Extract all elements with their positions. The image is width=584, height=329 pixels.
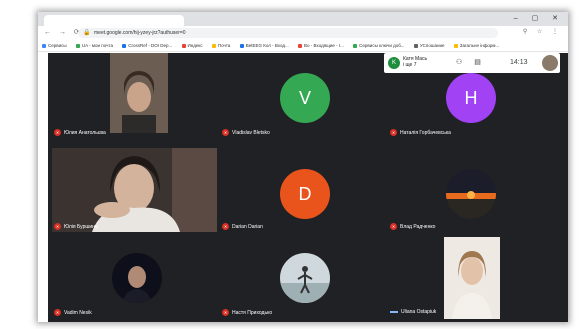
mic-off-icon: ✕ xyxy=(222,223,229,230)
bookmark-icon xyxy=(211,43,216,48)
participant-avatar: V xyxy=(280,73,330,123)
lock-icon: 🔒 xyxy=(83,30,91,36)
participant-name: ✕ Юлія Буршина xyxy=(54,223,98,230)
mic-off-icon: ✕ xyxy=(54,223,61,230)
bookmark-icon xyxy=(453,43,458,48)
figure-photo-icon xyxy=(280,253,330,303)
mic-off-icon: ✕ xyxy=(222,309,229,316)
bookmark-icon xyxy=(353,43,358,48)
portrait-photo-icon xyxy=(112,253,162,303)
bookmark-icon xyxy=(75,43,80,48)
participant-name: ✕ Настя Приходько xyxy=(222,309,273,316)
bookmark-icon xyxy=(181,43,186,48)
mic-off-icon: ✕ xyxy=(54,309,61,316)
join-notice: Катя Мась і ще 7 xyxy=(403,56,427,68)
person-video-icon xyxy=(52,148,217,232)
screenshot-frame: – ▢ ✕ ← → ⟳ 🔒 meet.google.com/hij-yzey-j… xyxy=(38,12,568,322)
url-text: meet.google.com/hij-yzey-jrz?authuser=0 xyxy=(94,30,186,36)
participant-name: ✕ Darian Darian xyxy=(222,223,263,230)
bookmark-icon xyxy=(42,43,46,48)
browser-tab[interactable] xyxy=(44,15,184,26)
bookmark-icon xyxy=(122,43,127,48)
bookmark-item[interactable]: UA - мои почта xyxy=(75,40,113,51)
participant-name: Uliana Ostapiuk xyxy=(390,309,436,315)
meeting-clock: 14:13 xyxy=(510,59,528,66)
bookmark-item[interactable]: УСпошание xyxy=(413,40,444,51)
bookmark-item[interactable]: CrossRef - DOI Dep... xyxy=(122,40,172,51)
join-notice-sub: і ще 7 xyxy=(403,62,417,68)
mic-off-icon: ✕ xyxy=(54,129,61,136)
bookmark-item[interactable]: BetEEG Кол - Вход... xyxy=(239,40,289,51)
meet-top-icons[interactable]: ⚇▤ xyxy=(456,58,493,66)
participant-name: ✕ Vladislav Bletsko xyxy=(222,129,270,136)
chat-icon[interactable]: ▤ xyxy=(474,59,493,66)
participant-video xyxy=(110,53,168,133)
sunset-photo-icon xyxy=(446,169,496,219)
participant-badge: K xyxy=(388,57,400,69)
participant-name: ✕ Юлия Анатольєва xyxy=(54,129,106,136)
bookmark-item[interactable]: Сервисы ключи доб... xyxy=(353,40,405,51)
bookmark-icon xyxy=(298,43,303,48)
participant-photo xyxy=(446,169,496,219)
participant-name: ✕ Vadim Nesik xyxy=(54,309,92,316)
participant-photo xyxy=(280,253,330,303)
self-avatar xyxy=(542,55,558,71)
meet-grid: K Катя Мась і ще 7 ⚇▤ 14:13 ✕ Юлия Анатол… xyxy=(48,53,568,322)
participant-video xyxy=(444,237,500,319)
person-video-icon xyxy=(110,53,168,133)
bookmark-item[interactable]: Почта xyxy=(211,40,230,51)
bookmark-item[interactable]: Во - Входящие - I... xyxy=(298,40,344,51)
participant-avatar: D xyxy=(280,169,330,219)
bookmark-icon xyxy=(413,43,418,48)
meet-top-bar: K Катя Мась і ще 7 ⚇▤ 14:13 xyxy=(384,53,560,73)
window-controls[interactable]: – ▢ ✕ xyxy=(514,14,564,22)
bookmarks-bar: Сервисы UA - мои почта CrossRef - DOI De… xyxy=(38,40,568,52)
url-field[interactable]: 🔒 meet.google.com/hij-yzey-jrz?authuser=… xyxy=(78,28,498,38)
browser-tabstrip: – ▢ ✕ xyxy=(38,12,568,26)
participant-name: ✕ Наталія Горбачевська xyxy=(390,129,451,136)
mic-off-icon: ✕ xyxy=(222,129,229,136)
bookmark-item[interactable]: Индекс xyxy=(181,40,203,51)
person-video-icon xyxy=(444,237,500,319)
bookmark-item[interactable]: Сервисы xyxy=(42,40,67,51)
bookmark-icon xyxy=(239,43,244,48)
participant-avatar: H xyxy=(446,73,496,123)
participant-name: ✕ Влад Радченко xyxy=(390,223,436,230)
address-bar-row: ← → ⟳ 🔒 meet.google.com/hij-yzey-jrz?aut… xyxy=(38,26,568,41)
people-icon[interactable]: ⚇ xyxy=(456,59,474,66)
bookmark-item[interactable]: Загальне інформ... xyxy=(453,40,499,51)
nav-buttons[interactable]: ← → ⟳ xyxy=(44,28,83,36)
participant-photo xyxy=(112,253,162,303)
browser-toolbar-icons[interactable]: ⚲ ☆ ⋮ xyxy=(523,28,562,35)
mic-on-icon xyxy=(390,310,398,313)
mic-off-icon: ✕ xyxy=(390,129,397,136)
participant-video xyxy=(52,148,217,232)
mic-off-icon: ✕ xyxy=(390,223,397,230)
